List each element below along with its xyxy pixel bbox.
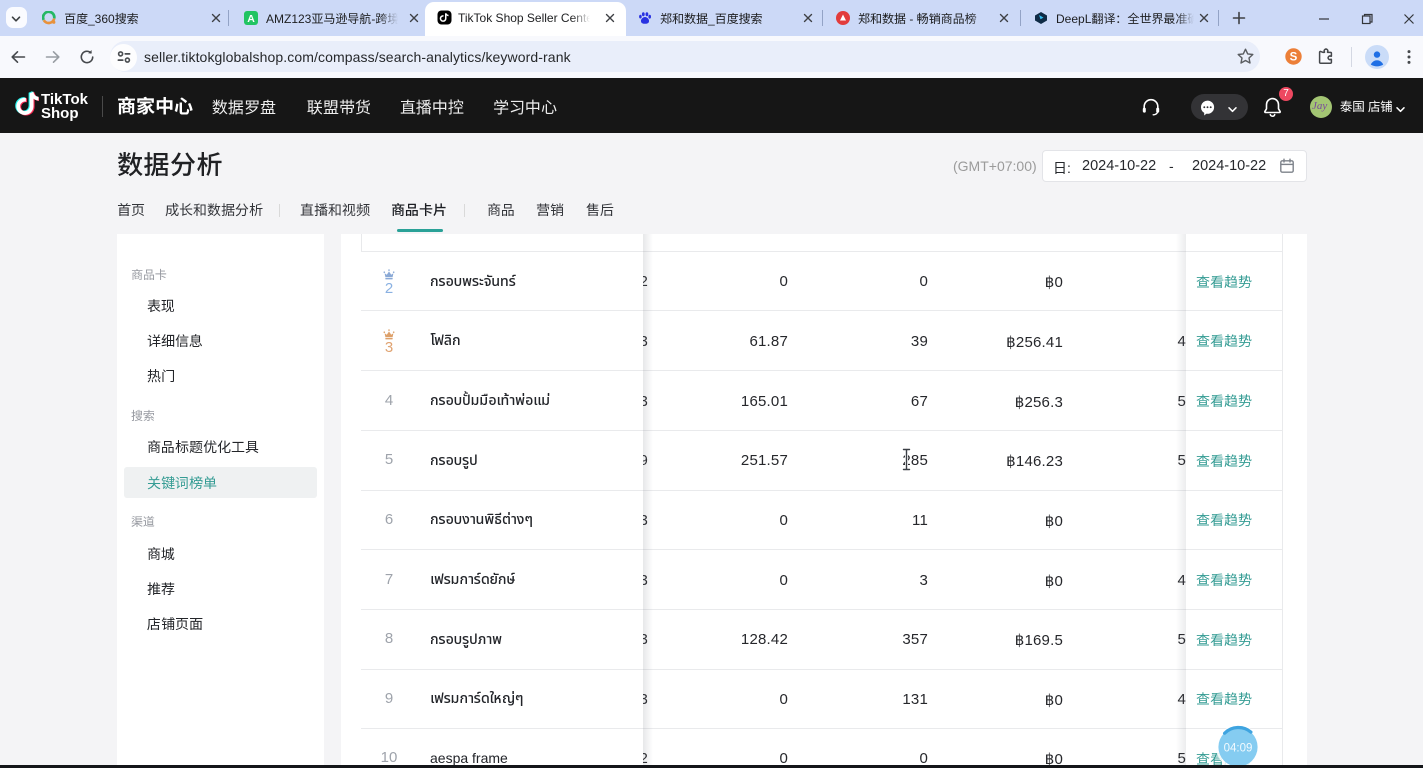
svg-text:S: S (1290, 52, 1298, 64)
svg-text:A: A (247, 13, 255, 25)
svg-text:04:09: 04:09 (1224, 743, 1253, 755)
